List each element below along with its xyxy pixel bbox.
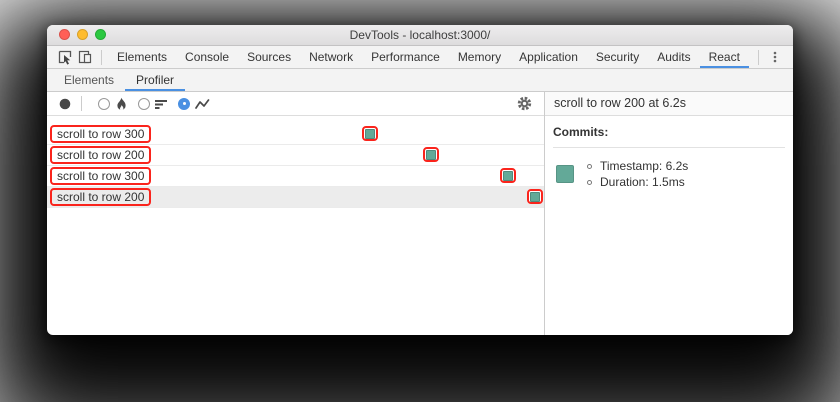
profiler-left-pane: scroll to row 300 scroll to row 200 scro… xyxy=(47,92,544,335)
commits-label: Commits: xyxy=(553,125,609,139)
interactions-list: scroll to row 300 scroll to row 200 scro… xyxy=(47,116,544,335)
devtools-tabbar: Elements Console Sources Network Performance… xyxy=(47,46,793,69)
react-subtabbar: Elements Profiler xyxy=(47,69,793,92)
commit-stat: Timestamp: 6.2s xyxy=(587,158,688,174)
window-title: DevTools - localhost:3000/ xyxy=(349,28,491,42)
interaction-row[interactable]: scroll to row 300 xyxy=(47,166,544,187)
devtools-window: DevTools - localhost:3000/ Elements Conso… xyxy=(47,25,793,335)
interaction-label[interactable]: scroll to row 300 xyxy=(50,125,152,143)
commit-stat-label: Timestamp: 6.2s xyxy=(600,159,689,173)
devtools-tab[interactable]: Console xyxy=(176,46,238,68)
commit-stat-label: Duration: 1.5ms xyxy=(600,175,685,189)
bullet-icon xyxy=(587,163,592,169)
inspect-icon xyxy=(58,50,72,65)
commit-stat: Duration: 1.5ms xyxy=(587,174,688,190)
toolbar-divider xyxy=(101,49,102,65)
gear-icon xyxy=(517,96,531,111)
commit-square-icon xyxy=(530,191,540,202)
bullet-icon xyxy=(587,179,592,185)
main-tabs: Elements Console Sources Network Performance… xyxy=(108,46,749,68)
toolbar-divider xyxy=(758,49,759,65)
radio-unselected xyxy=(98,97,110,110)
commit-entry[interactable]: Timestamp: 6.2s Duration: 1.5ms xyxy=(553,158,785,190)
device-toolbar-button[interactable] xyxy=(75,47,95,67)
devtools-tab[interactable]: Elements xyxy=(108,46,176,68)
inspect-element-button[interactable] xyxy=(55,47,75,67)
commit-square-icon xyxy=(426,149,436,160)
commit-stats: Timestamp: 6.2s Duration: 1.5ms xyxy=(587,158,688,190)
devtools-tab[interactable]: Sources xyxy=(238,46,300,68)
interaction-label[interactable]: scroll to row 300 xyxy=(50,167,152,185)
react-subtab[interactable]: Profiler xyxy=(125,69,186,91)
commit-square-icon xyxy=(556,165,574,183)
fullscreen-button[interactable] xyxy=(95,29,106,40)
devtools-tab[interactable]: Performance xyxy=(362,46,449,68)
interaction-row[interactable]: scroll to row 200 xyxy=(47,187,544,208)
commit-marker[interactable] xyxy=(423,147,439,162)
devtools-tab[interactable]: Network xyxy=(300,46,362,68)
tabbar-right-tools xyxy=(752,47,785,67)
selected-interaction-header: scroll to row 200 at 6.2s xyxy=(545,92,793,116)
interactions-chart-icon xyxy=(195,98,210,109)
devtools-tab[interactable]: Security xyxy=(587,46,648,68)
interaction-row[interactable]: scroll to row 200 xyxy=(47,145,544,166)
toolbar-divider xyxy=(81,96,82,111)
interaction-label[interactable]: scroll to row 200 xyxy=(50,146,152,164)
more-options-button[interactable] xyxy=(765,47,785,67)
react-subtab[interactable]: Elements xyxy=(53,69,125,91)
radio-selected xyxy=(178,97,190,110)
interaction-row[interactable]: scroll to row 300 xyxy=(47,124,544,145)
traffic-lights xyxy=(59,29,106,40)
divider xyxy=(553,147,785,148)
profiler-content: scroll to row 300 scroll to row 200 scro… xyxy=(47,92,793,335)
commit-details: Commits: Timestamp: 6.2s Duration: 1.5ms xyxy=(545,116,793,190)
commit-marker[interactable] xyxy=(527,189,543,204)
interactions-view-radio[interactable] xyxy=(178,97,210,110)
flame-icon xyxy=(117,97,126,110)
commit-square-icon xyxy=(503,170,513,181)
ranked-view-radio[interactable] xyxy=(138,97,168,110)
commit-marker[interactable] xyxy=(500,168,516,183)
devtools-tab[interactable]: Application xyxy=(510,46,587,68)
profiler-settings-button[interactable] xyxy=(514,94,534,114)
profiler-toolbar xyxy=(47,92,544,116)
close-button[interactable] xyxy=(59,29,70,40)
record-button[interactable] xyxy=(55,94,75,114)
ranked-bars-icon xyxy=(155,99,167,109)
minimize-button[interactable] xyxy=(77,29,88,40)
profiler-right-pane: scroll to row 200 at 6.2s Commits: Times… xyxy=(544,92,793,335)
radio-unselected xyxy=(138,97,150,110)
devtools-tab[interactable]: Memory xyxy=(449,46,510,68)
device-toolbar-icon xyxy=(78,50,92,64)
commit-square-icon xyxy=(365,128,375,139)
record-icon xyxy=(59,98,71,109)
interaction-label[interactable]: scroll to row 200 xyxy=(50,188,152,206)
kebab-menu-icon xyxy=(773,51,777,63)
titlebar: DevTools - localhost:3000/ xyxy=(47,25,793,46)
devtools-tab[interactable]: React xyxy=(699,46,749,68)
commit-marker[interactable] xyxy=(362,126,378,141)
devtools-tab[interactable]: Audits xyxy=(648,46,699,68)
flamegraph-view-radio[interactable] xyxy=(98,97,128,111)
